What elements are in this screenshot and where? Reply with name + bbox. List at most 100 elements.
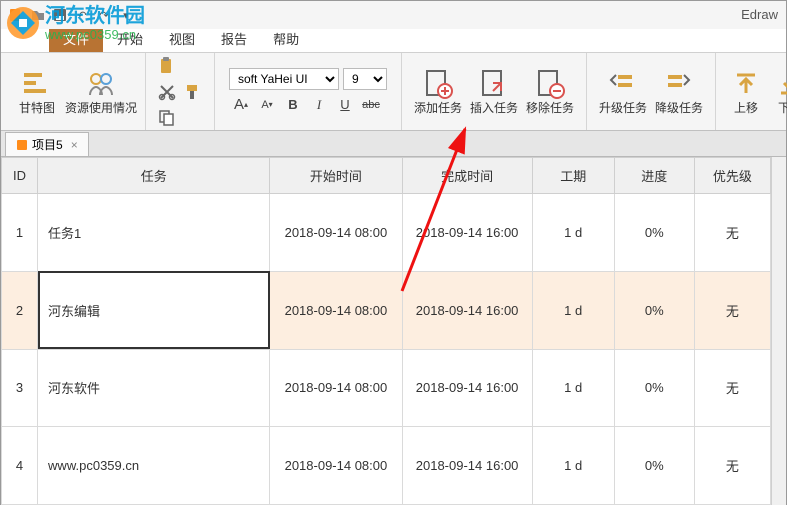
cell-dur[interactable]: 1 d xyxy=(532,194,614,272)
col-priority[interactable]: 优先级 xyxy=(694,158,770,194)
ribbon: 甘特图 资源使用情况 soft YaHei UI 9 A▴ A▾ B I xyxy=(1,53,786,131)
table-header-row: ID 任务 开始时间 完成时间 工期 进度 优先级 xyxy=(2,158,771,194)
cell-prog[interactable]: 0% xyxy=(614,271,694,349)
cell-dur[interactable]: 1 d xyxy=(532,349,614,427)
move-down-icon xyxy=(774,68,787,100)
add-task-icon xyxy=(422,68,454,100)
move-up-icon xyxy=(730,68,762,100)
tab-project5[interactable]: 项目5 × xyxy=(5,132,89,156)
cell-prog[interactable]: 0% xyxy=(614,349,694,427)
resource-button[interactable]: 资源使用情况 xyxy=(65,58,137,126)
col-progress[interactable]: 进度 xyxy=(614,158,694,194)
qat-save-icon[interactable] xyxy=(51,6,69,24)
cell-end[interactable]: 2018-09-14 16:00 xyxy=(402,427,532,505)
ribbon-group-level: 升级任务 降级任务 xyxy=(587,53,716,130)
bold-button[interactable]: B xyxy=(281,94,305,116)
qat-new-icon[interactable] xyxy=(7,6,25,24)
cell-dur[interactable]: 1 d xyxy=(532,427,614,505)
menu-file[interactable]: 文件 xyxy=(49,25,103,52)
insert-task-button[interactable]: 插入任务 xyxy=(466,58,522,126)
col-task[interactable]: 任务 xyxy=(38,158,270,194)
table-row[interactable]: 2 河东编辑 2018-09-14 08:00 2018-09-14 16:00… xyxy=(2,271,771,349)
promote-icon xyxy=(607,68,639,100)
promote-button[interactable]: 升级任务 xyxy=(595,58,651,126)
cell-id[interactable]: 3 xyxy=(2,349,38,427)
qat-redo-icon[interactable]: ↷ xyxy=(95,6,113,24)
remove-task-button[interactable]: 移除任务 xyxy=(522,58,578,126)
cut-icon[interactable] xyxy=(156,82,178,102)
menu-bar: 文件 开始 视图 报告 帮助 xyxy=(1,29,786,53)
cell-task[interactable]: 任务1 xyxy=(38,194,270,272)
cell-id[interactable]: 2 xyxy=(2,271,38,349)
cell-prog[interactable]: 0% xyxy=(614,427,694,505)
cell-start[interactable]: 2018-09-14 08:00 xyxy=(270,427,402,505)
insert-task-label: 插入任务 xyxy=(470,102,518,115)
cell-pri[interactable]: 无 xyxy=(694,271,770,349)
table-row[interactable]: 3 河东软件 2018-09-14 08:00 2018-09-14 16:00… xyxy=(2,349,771,427)
menu-report[interactable]: 报告 xyxy=(209,25,259,52)
demote-button[interactable]: 降级任务 xyxy=(651,58,707,126)
increase-font-button[interactable]: A▴ xyxy=(229,94,253,116)
move-up-label: 上移 xyxy=(734,102,758,115)
cell-task[interactable]: www.pc0359.cn xyxy=(38,427,270,505)
qat-undo-icon[interactable]: ↶ xyxy=(73,6,91,24)
paste-icon[interactable] xyxy=(156,56,178,76)
col-id[interactable]: ID xyxy=(2,158,38,194)
ribbon-group-tasks: 添加任务 插入任务 移除任务 xyxy=(402,53,587,130)
ribbon-group-move: 上移 下移 xyxy=(716,53,787,130)
cell-task[interactable]: 河东编辑 xyxy=(38,271,270,349)
col-duration[interactable]: 工期 xyxy=(532,158,614,194)
copy-icon[interactable] xyxy=(156,108,178,128)
cell-prog[interactable]: 0% xyxy=(614,194,694,272)
cell-pri[interactable]: 无 xyxy=(694,194,770,272)
menu-start[interactable]: 开始 xyxy=(105,25,155,52)
cell-start[interactable]: 2018-09-14 08:00 xyxy=(270,194,402,272)
qat-dropdown-icon[interactable]: ▾ xyxy=(117,6,135,24)
add-task-label: 添加任务 xyxy=(414,102,462,115)
italic-button[interactable]: I xyxy=(307,94,331,116)
decrease-font-button[interactable]: A▾ xyxy=(255,94,279,116)
col-start[interactable]: 开始时间 xyxy=(270,158,402,194)
font-size-select[interactable]: 9 xyxy=(343,68,387,90)
font-name-select[interactable]: soft YaHei UI xyxy=(229,68,339,90)
cell-end[interactable]: 2018-09-14 16:00 xyxy=(402,194,532,272)
cell-pri[interactable]: 无 xyxy=(694,349,770,427)
add-task-button[interactable]: 添加任务 xyxy=(410,58,466,126)
cell-pri[interactable]: 无 xyxy=(694,427,770,505)
demote-label: 降级任务 xyxy=(655,102,703,115)
format-painter-icon[interactable] xyxy=(182,82,204,102)
document-tabs: 项目5 × xyxy=(1,131,786,157)
tab-close-icon[interactable]: × xyxy=(71,138,78,152)
cell-id[interactable]: 1 xyxy=(2,194,38,272)
table-row[interactable]: 4 www.pc0359.cn 2018-09-14 08:00 2018-09… xyxy=(2,427,771,505)
col-end[interactable]: 完成时间 xyxy=(402,158,532,194)
move-down-button[interactable]: 下移 xyxy=(768,58,787,126)
gantt-chart-pane[interactable] xyxy=(771,157,786,505)
demote-icon xyxy=(663,68,695,100)
tab-label: 项目5 xyxy=(32,136,63,153)
gantt-button[interactable]: 甘特图 xyxy=(9,58,65,126)
menu-view[interactable]: 视图 xyxy=(157,25,207,52)
cell-task[interactable]: 河东软件 xyxy=(38,349,270,427)
cell-id[interactable]: 4 xyxy=(2,427,38,505)
menu-help[interactable]: 帮助 xyxy=(261,25,311,52)
qat-open-icon[interactable] xyxy=(29,6,47,24)
title-bar: ↶ ↷ ▾ Edraw xyxy=(1,1,786,29)
cell-end[interactable]: 2018-09-14 16:00 xyxy=(402,271,532,349)
quick-access-toolbar: ↶ ↷ ▾ xyxy=(1,6,135,24)
remove-task-label: 移除任务 xyxy=(526,102,574,115)
cell-end[interactable]: 2018-09-14 16:00 xyxy=(402,349,532,427)
cell-dur[interactable]: 1 d xyxy=(532,271,614,349)
gantt-label: 甘特图 xyxy=(19,102,55,115)
underline-button[interactable]: U xyxy=(333,94,357,116)
ribbon-group-view: 甘特图 资源使用情况 xyxy=(1,53,146,130)
cell-start[interactable]: 2018-09-14 08:00 xyxy=(270,349,402,427)
promote-label: 升级任务 xyxy=(599,102,647,115)
cell-start[interactable]: 2018-09-14 08:00 xyxy=(270,271,402,349)
resource-icon xyxy=(85,68,117,100)
ribbon-group-font: soft YaHei UI 9 A▴ A▾ B I U abc xyxy=(215,53,402,130)
grid-area: ID 任务 开始时间 完成时间 工期 进度 优先级 1 任务1 2018-09-… xyxy=(1,157,786,505)
table-row[interactable]: 1 任务1 2018-09-14 08:00 2018-09-14 16:00 … xyxy=(2,194,771,272)
strike-button[interactable]: abc xyxy=(359,94,383,116)
move-up-button[interactable]: 上移 xyxy=(724,58,768,126)
